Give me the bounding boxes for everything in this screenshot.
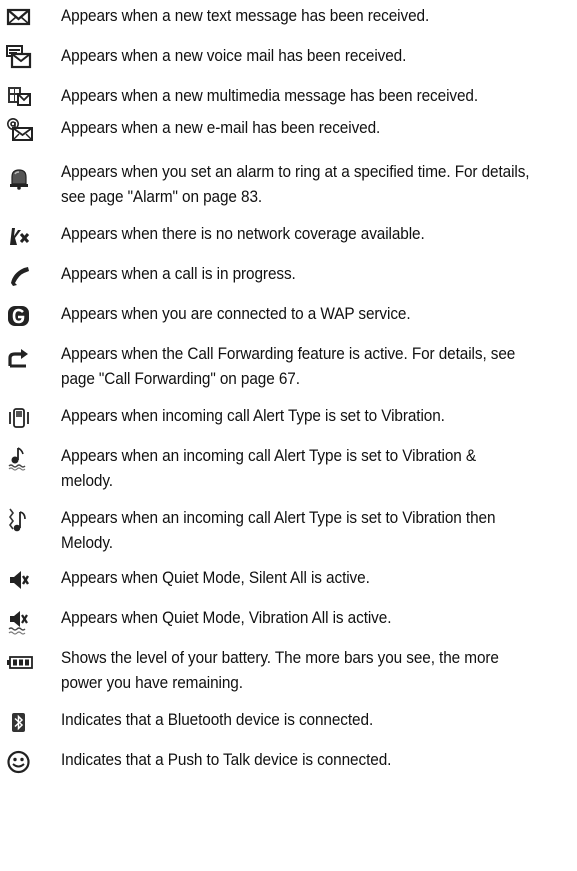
new-multimedia-message-icon (6, 85, 32, 109)
no-network-coverage-icon (6, 224, 32, 248)
row-description: Appears when an incoming call Alert Type… (61, 447, 477, 490)
battery-level-icon (6, 650, 33, 674)
row-description: Appears when a new text message has been… (61, 7, 430, 25)
new-email-icon (6, 117, 33, 141)
row-description: Appears when Quiet Mode, Vibration All i… (61, 609, 392, 627)
row-description: Appears when incoming call Alert Type is… (61, 407, 445, 425)
row-description: Appears when a new voice mail has been r… (61, 47, 407, 65)
vibration-all-icon (6, 608, 32, 635)
new-text-message-icon (6, 5, 32, 29)
status-icons-page: Appears when a new text message has been… (0, 0, 577, 871)
row-description: Appears when there is no network coverag… (61, 225, 425, 243)
row-description: Appears when an incoming call Alert Type… (61, 509, 496, 552)
vibration-and-melody-icon (6, 445, 32, 471)
alarm-bell-icon (6, 166, 32, 190)
push-to-talk-icon (6, 749, 32, 774)
row-description: Appears when Quiet Mode, Silent All is a… (61, 569, 370, 587)
row-description: Indicates that a Bluetooth device is con… (61, 711, 374, 729)
row-description: Shows the level of your battery. The mor… (61, 649, 499, 692)
silent-all-icon (6, 568, 32, 592)
call-forwarding-icon (6, 346, 32, 370)
row-description: Appears when you set an alarm to ring at… (61, 163, 530, 206)
bluetooth-icon (6, 710, 32, 734)
row-description: Appears when a new e-mail has been recei… (61, 119, 381, 137)
row-description: Appears when a new multimedia message ha… (61, 87, 479, 105)
wap-service-icon (6, 304, 32, 328)
row-description: Appears when a call is in progress. (61, 265, 296, 283)
row-description: Appears when you are connected to a WAP … (61, 305, 411, 323)
row-description: Indicates that a Push to Talk device is … (61, 751, 392, 769)
call-in-progress-icon (6, 264, 32, 288)
row-description: Appears when the Call Forwarding feature… (61, 345, 516, 388)
new-voice-mail-icon (6, 45, 32, 69)
vibration-then-melody-icon (6, 506, 32, 532)
vibration-alert-icon (6, 406, 32, 430)
